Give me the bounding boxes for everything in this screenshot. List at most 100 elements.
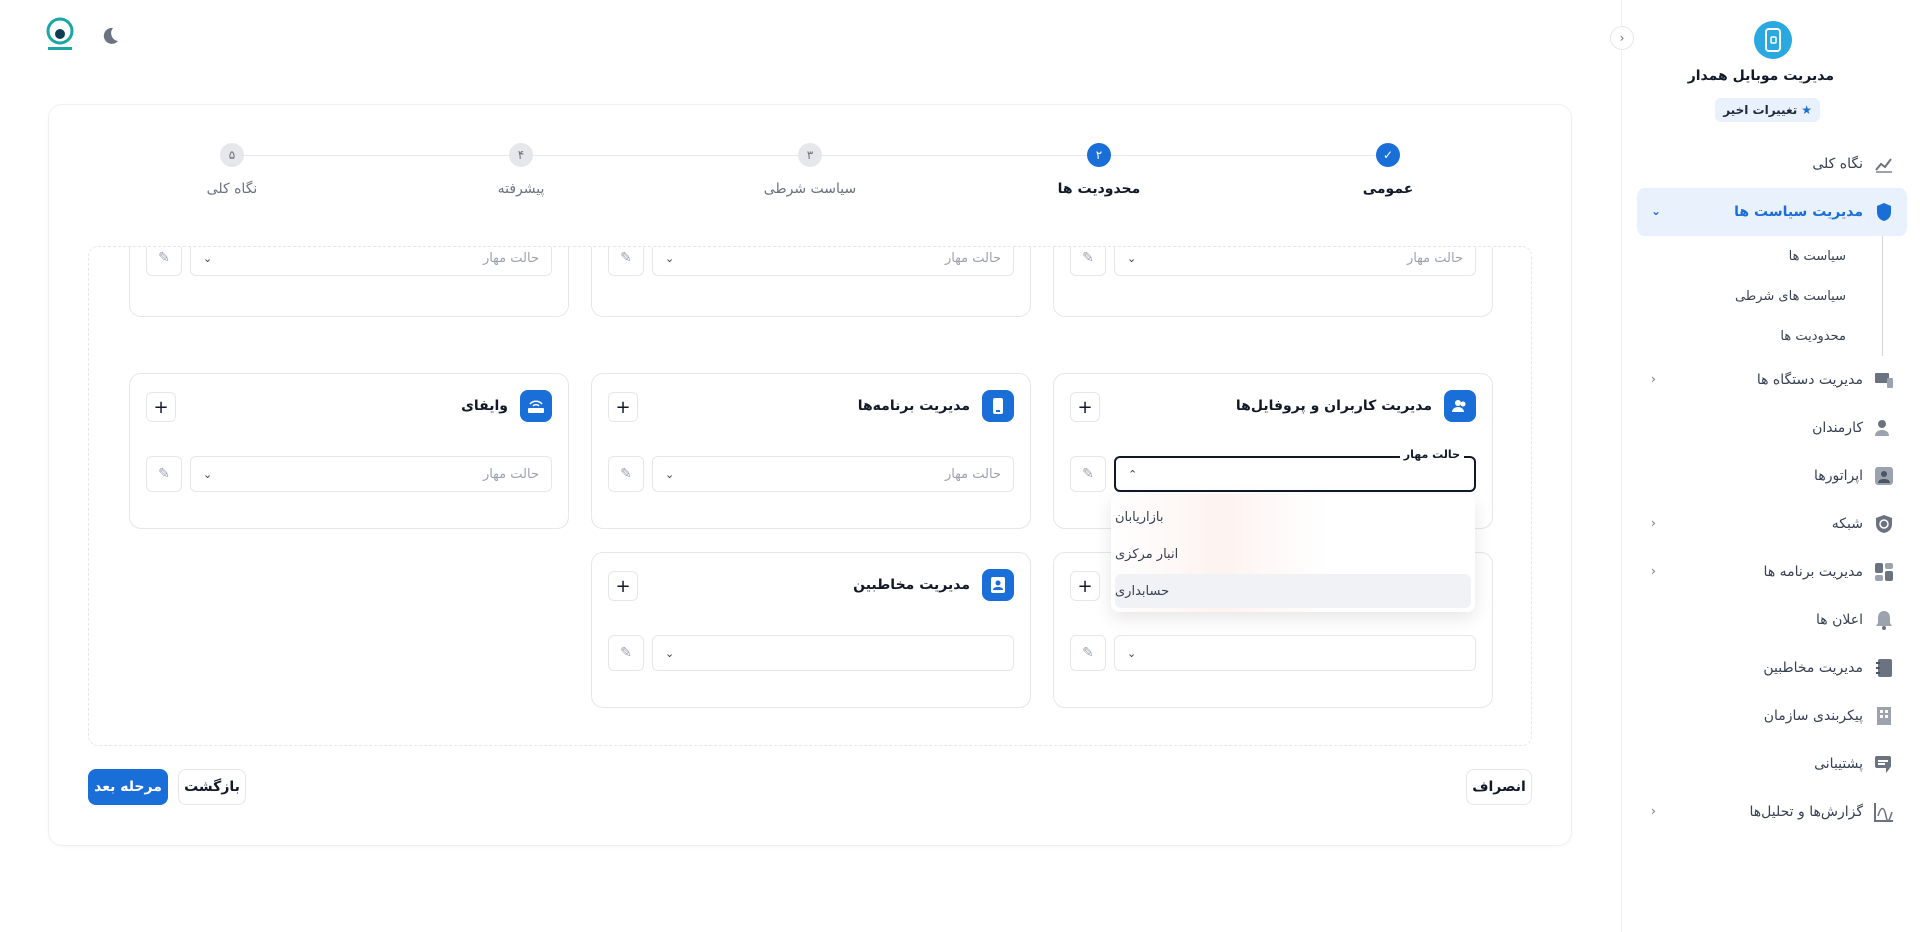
sidebar-item-label: پیکربندی سازمان bbox=[1763, 708, 1863, 724]
sidebar-item-reports[interactable]: گزارش‌ها و تحلیل‌ها ‹ bbox=[1637, 788, 1907, 836]
edit-icon[interactable]: ✎ bbox=[608, 247, 644, 276]
card-title: مدیریت مخاطبین bbox=[853, 577, 970, 593]
chevron-down-icon: ⌄ bbox=[665, 251, 675, 265]
edit-icon[interactable]: ✎ bbox=[1070, 635, 1106, 671]
sidebar-item-label: کارمندان bbox=[1812, 420, 1863, 436]
lock-mode-select[interactable]: ⌄ حالت مهار bbox=[1114, 247, 1476, 276]
recent-changes-badge[interactable]: ★ تغییرات اخیر bbox=[1715, 98, 1820, 122]
card-title: مدیریت کاربران و پروفایل‌ها bbox=[1235, 398, 1432, 414]
users-icon bbox=[1873, 417, 1895, 439]
lock-mode-select[interactable]: ⌄ bbox=[1114, 635, 1476, 671]
card-title: مدیریت برنامه‌ها bbox=[857, 398, 970, 414]
add-button[interactable]: + bbox=[1070, 392, 1100, 422]
sidebar-item-overview[interactable]: نگاه کلی bbox=[1637, 140, 1907, 188]
report-icon bbox=[1873, 801, 1895, 823]
add-button[interactable]: + bbox=[608, 571, 638, 601]
dropdown-option[interactable]: حسابداری bbox=[1115, 574, 1471, 608]
step-advanced[interactable]: ۴ پیشرفته bbox=[441, 143, 601, 197]
sidebar-item-policy-management[interactable]: مدیریت سیاست ها ⌄ bbox=[1637, 188, 1907, 236]
app-title: مدیریت موبایل همدار bbox=[1687, 68, 1834, 84]
edit-icon[interactable]: ✎ bbox=[1070, 247, 1106, 276]
step-label: عمومی bbox=[1362, 181, 1414, 197]
devices-icon bbox=[1873, 369, 1895, 391]
lock-mode-dropdown: بازاریابان انبار مرکزی حسابداری bbox=[1111, 494, 1475, 612]
phone-icon bbox=[982, 390, 1014, 422]
step-number: ۵ bbox=[220, 143, 244, 167]
edit-icon[interactable]: ✎ bbox=[608, 456, 644, 492]
restriction-card: ✎ ⌄ حالت مهار bbox=[1053, 247, 1493, 317]
sidebar-item-operators[interactable]: اپراتورها bbox=[1637, 452, 1907, 500]
lock-mode-select[interactable]: حالت مهار ⌃ bbox=[1114, 448, 1476, 492]
app-icon bbox=[1754, 21, 1792, 59]
operator-icon bbox=[1873, 465, 1895, 487]
chevron-left-icon: ‹ bbox=[1651, 372, 1656, 386]
cancel-button[interactable]: انصراف bbox=[1466, 769, 1532, 805]
sidebar-item-app-management[interactable]: مدیریت برنامه ها ‹ bbox=[1637, 548, 1907, 596]
sidebar-item-network[interactable]: شبکه ‹ bbox=[1637, 500, 1907, 548]
chevron-down-icon: ⌄ bbox=[1127, 251, 1137, 265]
sidebar-item-label: مدیریت دستگاه ها bbox=[1756, 372, 1863, 388]
lock-mode-select[interactable]: ⌄ حالت مهار bbox=[190, 247, 552, 276]
lock-mode-select[interactable]: ⌄ حالت مهار bbox=[190, 456, 552, 492]
sidebar-item-label: اپراتورها bbox=[1814, 468, 1863, 484]
step-number: ۴ bbox=[509, 143, 533, 167]
sidebar-item-contact-management[interactable]: مدیریت مخاطبین bbox=[1637, 644, 1907, 692]
sidebar-item-employees[interactable]: کارمندان bbox=[1637, 404, 1907, 452]
contacts-icon bbox=[1873, 657, 1895, 679]
lock-mode-select[interactable]: ⌄ bbox=[652, 635, 1014, 671]
step-general[interactable]: ✓ عمومی bbox=[1308, 143, 1468, 197]
add-button[interactable]: + bbox=[1070, 571, 1100, 601]
step-conditional-policy[interactable]: ۳ سیاست شرطی bbox=[730, 143, 890, 197]
sidebar-item-support[interactable]: پشتیبانی bbox=[1637, 740, 1907, 788]
chevron-left-icon: ‹ bbox=[1651, 804, 1656, 818]
sidebar-nav: نگاه کلی مدیریت سیاست ها ⌄ سیاست ها سیاس… bbox=[1637, 140, 1907, 836]
chevron-down-icon: ⌄ bbox=[1651, 204, 1662, 218]
logo-icon bbox=[46, 17, 74, 53]
step-restrictions[interactable]: ۲ محدودیت ها bbox=[1019, 143, 1179, 197]
step-number: ۳ bbox=[798, 143, 822, 167]
dropdown-option[interactable]: بازاریابان bbox=[1115, 500, 1471, 534]
sidebar-subitem-policies[interactable]: سیاست ها bbox=[1637, 236, 1846, 276]
wifi-card: وایفای + ✎ ⌄ حالت مهار bbox=[129, 373, 569, 529]
chevron-down-icon: ⌄ bbox=[665, 467, 675, 481]
support-icon bbox=[1873, 753, 1895, 775]
lock-mode-select[interactable]: ⌄ حالت مهار bbox=[652, 456, 1014, 492]
back-button[interactable]: بازگشت bbox=[178, 769, 246, 805]
sidebar-item-label: اعلان ها bbox=[1816, 612, 1863, 628]
apps-icon bbox=[1873, 561, 1895, 583]
star-icon: ★ bbox=[1801, 103, 1812, 117]
policy-submenu: سیاست ها سیاست های شرطی محدودیت ها bbox=[1637, 236, 1883, 356]
edit-icon[interactable]: ✎ bbox=[1070, 456, 1106, 492]
router-icon bbox=[520, 390, 552, 422]
edit-icon[interactable]: ✎ bbox=[146, 247, 182, 276]
step-label: پیشرفته bbox=[497, 181, 545, 197]
chevron-left-icon: ‹ bbox=[1651, 564, 1656, 578]
users-icon bbox=[1444, 390, 1476, 422]
step-label: محدودیت ها bbox=[1057, 181, 1141, 197]
edit-icon[interactable]: ✎ bbox=[608, 635, 644, 671]
sidebar-item-device-management[interactable]: مدیریت دستگاه ها ‹ bbox=[1637, 356, 1907, 404]
edit-icon[interactable]: ✎ bbox=[146, 456, 182, 492]
add-button[interactable]: + bbox=[608, 392, 638, 422]
chart-icon bbox=[1873, 153, 1895, 175]
step-overview[interactable]: ۵ نگاه کلی bbox=[152, 143, 312, 197]
sidebar-item-label: شبکه bbox=[1831, 516, 1863, 532]
recent-changes-label: تغییرات اخیر bbox=[1723, 103, 1798, 117]
step-label: نگاه کلی bbox=[206, 181, 258, 197]
sidebar-subitem-restrictions[interactable]: محدودیت ها bbox=[1637, 316, 1846, 356]
chevron-up-icon: ⌃ bbox=[1128, 467, 1138, 481]
sidebar-collapse-button[interactable]: › bbox=[1610, 26, 1634, 50]
dropdown-option[interactable]: انبار مرکزی bbox=[1115, 537, 1471, 571]
lock-mode-select[interactable]: ⌄ حالت مهار bbox=[652, 247, 1014, 276]
sidebar-item-label: مدیریت برنامه ها bbox=[1763, 564, 1863, 580]
chevron-down-icon: ⌄ bbox=[1127, 646, 1137, 660]
field-label: حالت مهار bbox=[1399, 448, 1464, 461]
sidebar-item-notifications[interactable]: اعلان ها bbox=[1637, 596, 1907, 644]
moon-icon[interactable] bbox=[98, 25, 120, 47]
add-button[interactable]: + bbox=[146, 392, 176, 422]
sidebar-item-org-config[interactable]: پیکربندی سازمان bbox=[1637, 692, 1907, 740]
sidebar-item-label: مدیریت سیاست ها bbox=[1734, 204, 1863, 220]
sidebar-subitem-conditional-policies[interactable]: سیاست های شرطی bbox=[1637, 276, 1846, 316]
network-icon bbox=[1873, 513, 1895, 535]
next-step-button[interactable]: مرحله بعد bbox=[88, 769, 168, 805]
